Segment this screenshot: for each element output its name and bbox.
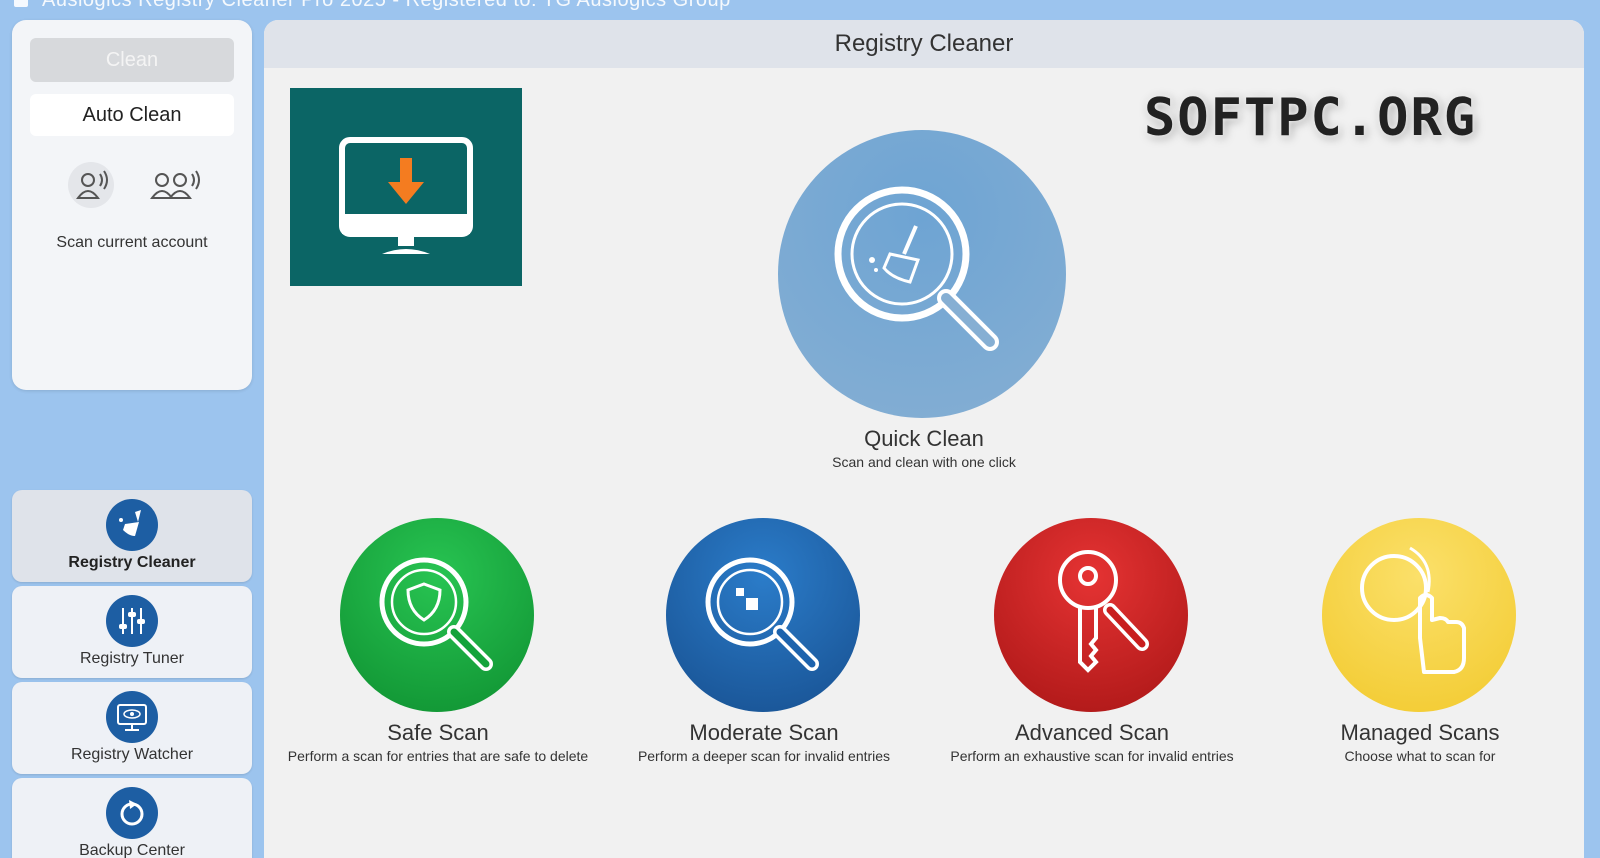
quick-clean-desc: Scan and clean with one click [832,454,1016,470]
safe-scan-desc: Perform a scan for entries that are safe… [287,748,589,764]
managed-scans-button[interactable] [1322,518,1516,712]
magnifier-broom-icon [834,186,999,351]
nav-registry-watcher[interactable]: Registry Watcher [12,682,252,774]
quick-clean-button[interactable] [778,130,1066,418]
clean-button[interactable]: Clean [30,38,234,82]
monitor-download-icon [339,137,473,254]
shield-magnifier-icon [379,557,493,671]
broom-icon [106,499,158,551]
moderate-scan-tile[interactable]: Moderate Scan Perform a deeper scan for … [604,518,924,778]
quick-clean-title: Quick Clean [864,426,984,451]
moderate-scan-title: Moderate Scan [689,720,839,745]
nav-label: Registry Tuner [79,650,185,667]
sliders-icon [106,595,158,647]
all-accounts-option[interactable] [146,162,206,208]
key-magnifier-icon [1058,550,1149,673]
app-icon [14,0,28,7]
nav-label: Registry Cleaner [68,554,196,571]
managed-scans-tile[interactable]: Managed Scans Choose what to scan for [1260,518,1580,778]
nav-registry-cleaner[interactable]: Registry Cleaner [12,490,252,582]
managed-scans-title: Managed Scans [1340,720,1500,745]
moderate-scan-desc: Perform a deeper scan for invalid entrie… [637,748,891,764]
safe-scan-title: Safe Scan [387,720,489,745]
multi-user-icon [150,170,200,199]
hand-magnifier-icon [1360,546,1466,674]
page-title: Registry Cleaner [264,20,1584,68]
safe-scan-button[interactable] [340,518,534,712]
window-title: Auslogics Registry Cleaner Pro 2025 - Re… [42,0,731,12]
advanced-scan-title: Advanced Scan [1014,720,1170,745]
monitor-eye-icon [106,691,158,743]
advanced-scan-tile[interactable]: Advanced Scan Perform an exhaustive scan… [932,518,1252,778]
nav-label: Registry Watcher [70,746,194,763]
account-scope-selector [58,162,208,212]
promo-banner[interactable] [290,88,522,286]
scan-account-label: Scan current account [56,234,208,251]
advanced-scan-desc: Perform an exhaustive scan for invalid e… [950,748,1234,764]
watermark-text: SOFTPC.ORG [1144,88,1478,148]
title-bar: Auslogics Registry Cleaner Pro 2025 - Re… [0,0,1600,12]
restore-icon [106,787,158,839]
nav-registry-tuner[interactable]: Registry Tuner [12,586,252,678]
moderate-scan-button[interactable] [666,518,860,712]
quick-clean-tile[interactable]: Quick Clean Scan and clean with one clic… [744,130,1104,490]
nav-backup-center[interactable]: Backup Center [12,778,252,858]
pixel-magnifier-icon [705,557,819,671]
managed-scans-desc: Choose what to scan for [1344,748,1496,764]
auto-clean-button[interactable]: Auto Clean [30,94,234,136]
scan-options-panel: Clean Auto Clean Scan current account [12,20,252,390]
main-panel: Registry Cleaner SOFTPC.ORG Quick Clean … [264,20,1584,858]
current-account-option[interactable] [68,162,114,208]
safe-scan-tile[interactable]: Safe Scan Perform a scan for entries tha… [278,518,598,778]
advanced-scan-button[interactable] [994,518,1188,712]
single-user-icon [76,170,108,199]
nav-label: Backup Center [79,842,185,858]
